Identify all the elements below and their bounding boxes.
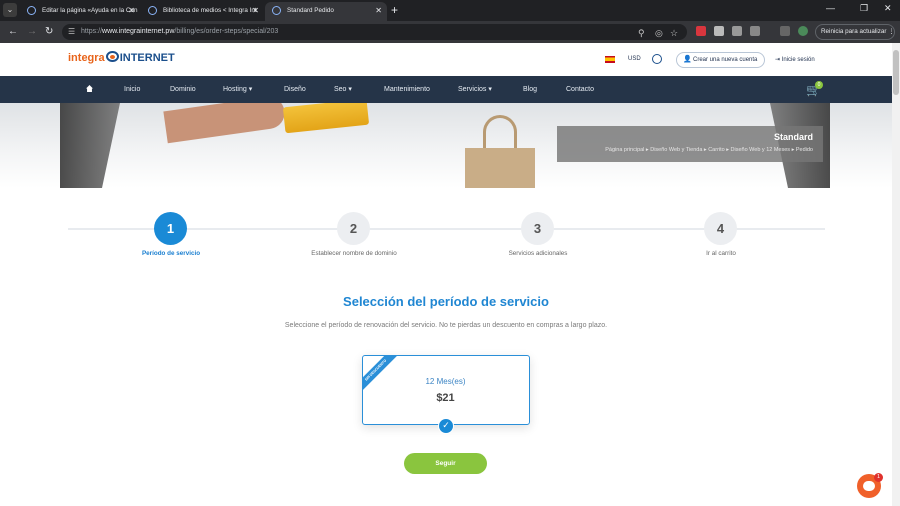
site-header: integra INTERNET USD 👤 Crear una nueva cu… bbox=[0, 43, 892, 76]
eye-off-icon[interactable]: ◎ bbox=[655, 27, 663, 39]
step-1-circle[interactable]: 1 bbox=[154, 212, 187, 245]
extensions-puzzle-icon[interactable] bbox=[750, 26, 760, 36]
page-scrollbar[interactable] bbox=[892, 43, 900, 506]
search-icon[interactable]: ⚲ bbox=[638, 27, 645, 39]
nav-inicio[interactable]: Inicio bbox=[124, 76, 140, 103]
scrollbar-thumb[interactable] bbox=[893, 50, 899, 95]
page-title: Standard bbox=[773, 132, 813, 142]
discount-ribbon: SIN DESCUENTO bbox=[363, 356, 400, 395]
site-favicon-icon bbox=[272, 6, 281, 15]
next-button[interactable]: Seguir bbox=[404, 453, 487, 474]
chevron-down-icon: ▾ bbox=[348, 86, 352, 93]
tab-title: Standard Pedido bbox=[287, 7, 334, 14]
star-icon[interactable]: ☆ bbox=[670, 27, 678, 39]
step-2-label[interactable]: Establecer nombre de dominio bbox=[274, 250, 434, 257]
site-info-icon[interactable]: ☰ bbox=[68, 27, 78, 37]
tab-search-button[interactable]: ⌄ bbox=[3, 3, 17, 17]
extension-icon[interactable] bbox=[696, 26, 706, 36]
hero-hand-image bbox=[163, 103, 287, 144]
forward-icon[interactable]: → bbox=[27, 26, 37, 38]
step-3-label[interactable]: Servicios adicionales bbox=[458, 250, 618, 257]
selected-check-icon: ✓ bbox=[438, 418, 454, 434]
site-favicon-icon bbox=[148, 6, 157, 15]
tab-title: Editar la página «Ayuda en la Con bbox=[42, 7, 138, 14]
period-option-card[interactable]: SIN DESCUENTO 12 Mes(es) $21 bbox=[362, 355, 530, 425]
nav-dominio[interactable]: Dominio bbox=[170, 76, 196, 103]
section-title: Selección del período de servicio bbox=[343, 294, 549, 309]
wordpress-favicon-icon bbox=[27, 6, 36, 15]
main-navigation: Inicio Dominio Hosting ▾ Diseño Seo ▾ Ma… bbox=[0, 76, 892, 103]
spain-flag-icon[interactable] bbox=[605, 56, 615, 63]
close-tab-icon[interactable]: ✕ bbox=[375, 2, 382, 19]
browser-tab-active[interactable]: Standard Pedido ✕ bbox=[265, 2, 387, 21]
step-4-circle[interactable]: 4 bbox=[704, 212, 737, 245]
nav-diseno[interactable]: Diseño bbox=[284, 76, 306, 103]
chat-bubble-icon bbox=[863, 481, 875, 491]
chevron-down-icon: ▾ bbox=[488, 86, 492, 93]
nav-blog[interactable]: Blog bbox=[523, 76, 537, 103]
step-1-label[interactable]: Período de servicio bbox=[91, 250, 251, 257]
login-link[interactable]: ⇥ Inicie sesión bbox=[775, 56, 815, 63]
create-account-button[interactable]: 👤 Crear una nueva cuenta bbox=[676, 52, 765, 68]
profile-avatar-icon[interactable] bbox=[798, 26, 808, 36]
page-title-box: Standard Página principal ▸ Diseño Web y… bbox=[557, 126, 823, 162]
logo-eye-icon bbox=[105, 51, 119, 62]
home-icon[interactable] bbox=[86, 85, 93, 92]
close-tab-icon[interactable]: ✕ bbox=[128, 2, 135, 19]
browser-tab[interactable]: Editar la página «Ayuda en la Con ✕ bbox=[20, 2, 140, 21]
minimize-icon[interactable]: — bbox=[826, 3, 835, 13]
user-plus-icon: 👤 bbox=[683, 56, 692, 63]
chat-notification-badge: 1 bbox=[874, 473, 883, 482]
update-button[interactable]: Reinicia para actualizar ⋮ bbox=[815, 24, 895, 40]
nav-contacto[interactable]: Contacto bbox=[566, 76, 594, 103]
browser-toolbar: ← → ↻ ☰ https://www.integrainternet.pw/b… bbox=[0, 21, 900, 43]
chevron-down-icon: ▾ bbox=[248, 86, 253, 93]
step-3-circle[interactable]: 3 bbox=[521, 212, 554, 245]
reload-icon[interactable]: ↻ bbox=[45, 26, 53, 38]
currency-selector[interactable]: USD bbox=[628, 56, 641, 62]
back-icon[interactable]: ← bbox=[8, 26, 18, 38]
browser-tab-bar: ⌄ Editar la página «Ayuda en la Con ✕ Bi… bbox=[0, 0, 900, 21]
close-window-icon[interactable]: ✕ bbox=[884, 3, 892, 14]
tab-title: Biblioteca de medios < Integra Int bbox=[163, 7, 257, 14]
period-price: $21 bbox=[436, 392, 455, 404]
hero-credit-card-image bbox=[282, 103, 370, 134]
step-2-circle[interactable]: 2 bbox=[337, 212, 370, 245]
restore-icon[interactable]: ❐ bbox=[860, 3, 868, 14]
globe-icon[interactable] bbox=[652, 54, 662, 64]
cart-count-badge: 0 bbox=[815, 81, 823, 89]
hero-screen-left bbox=[60, 103, 120, 188]
nav-mantenimiento[interactable]: Mantenimiento bbox=[384, 76, 430, 103]
new-tab-button[interactable]: + bbox=[391, 3, 398, 17]
nav-hosting[interactable]: Hosting ▾ bbox=[223, 76, 252, 103]
download-icon[interactable] bbox=[780, 26, 790, 36]
site-logo[interactable]: integra INTERNET bbox=[68, 51, 175, 64]
close-tab-icon[interactable]: ✕ bbox=[252, 2, 259, 19]
extension-icon[interactable] bbox=[732, 26, 742, 36]
step-4-label[interactable]: Ir al carrito bbox=[641, 250, 801, 257]
browser-tab[interactable]: Biblioteca de medios < Integra Int ✕ bbox=[141, 2, 264, 21]
address-bar[interactable]: ☰ https://www.integrainternet.pw/billing… bbox=[62, 24, 687, 40]
hero-shopping-bag-image bbox=[465, 148, 535, 188]
breadcrumb[interactable]: Página principal ▸ Diseño Web y Tienda ▸… bbox=[605, 147, 813, 153]
nav-servicios[interactable]: Servicios ▾ bbox=[458, 76, 492, 103]
period-name: 12 Mes(es) bbox=[425, 377, 466, 386]
extension-icon[interactable] bbox=[714, 26, 724, 36]
nav-seo[interactable]: Seo ▾ bbox=[334, 76, 352, 103]
section-subtitle: Seleccione el período de renovación del … bbox=[284, 322, 608, 329]
url-text: https://www.integrainternet.pw/billing/e… bbox=[81, 28, 279, 35]
